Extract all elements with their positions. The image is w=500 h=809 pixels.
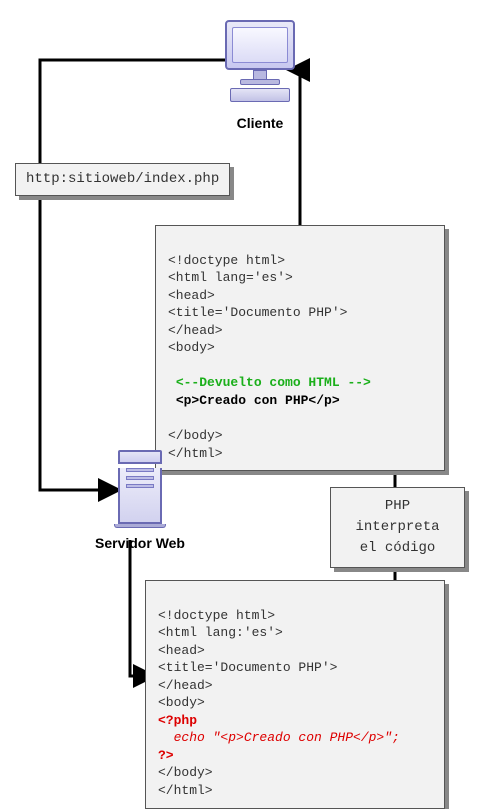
url-text: http:sitioweb/index.php	[26, 171, 219, 187]
url-box: http:sitioweb/index.php	[15, 163, 230, 196]
server-label: Servidor Web	[75, 535, 205, 551]
server-icon	[110, 450, 170, 528]
html-comment: <--Devuelto como HTML -->	[176, 375, 371, 390]
php-close-tag: ?>	[158, 748, 174, 763]
interpret-box: PHP interpreta el código	[330, 487, 465, 568]
php-echo-line: echo "<p>Creado con PHP</p>";	[158, 730, 400, 745]
client-label: Cliente	[210, 115, 310, 131]
source-code-box: <!doctype html> <html lang:'es'> <head> …	[145, 580, 445, 809]
client-computer-icon	[220, 20, 300, 102]
php-open-tag: <?php	[158, 713, 197, 728]
response-html-box: <!doctype html> <html lang='es'> <head> …	[155, 225, 445, 471]
html-output-line: <p>Creado con PHP</p>	[176, 393, 340, 408]
